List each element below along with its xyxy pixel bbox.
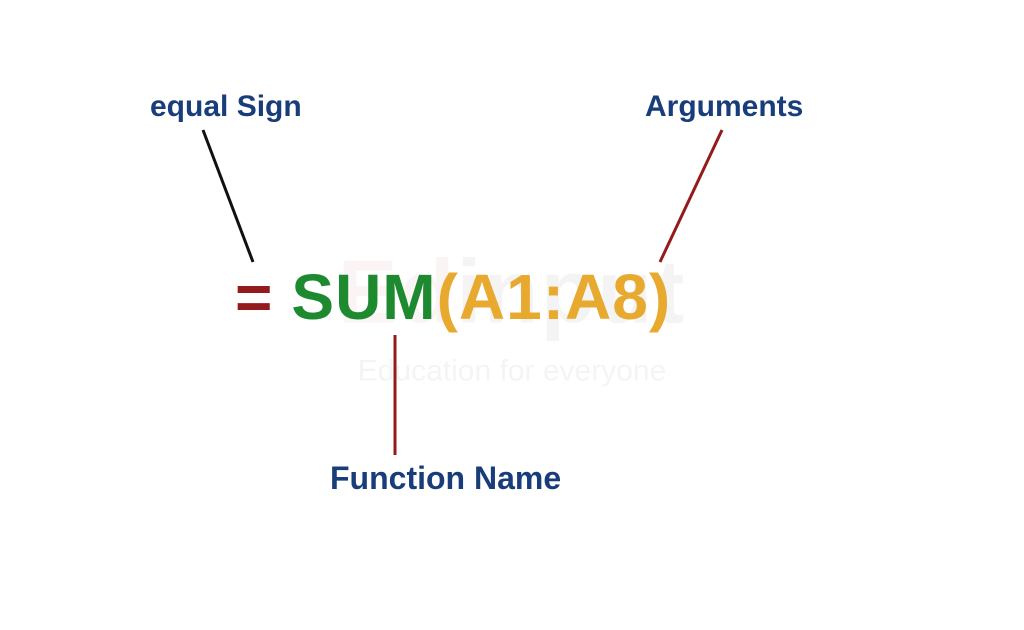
label-arguments: Arguments <box>645 90 803 124</box>
formula-equal-sign: = <box>235 261 273 333</box>
watermark-tagline: Education for everyone <box>338 355 687 389</box>
formula-arguments: (A1:A8) <box>437 261 672 333</box>
formula-function-name: SUM <box>291 261 436 333</box>
label-equal-sign: equal Sign <box>150 90 302 124</box>
label-function-name: Function Name <box>330 460 561 497</box>
formula-expression: =SUM(A1:A8) <box>235 260 671 334</box>
